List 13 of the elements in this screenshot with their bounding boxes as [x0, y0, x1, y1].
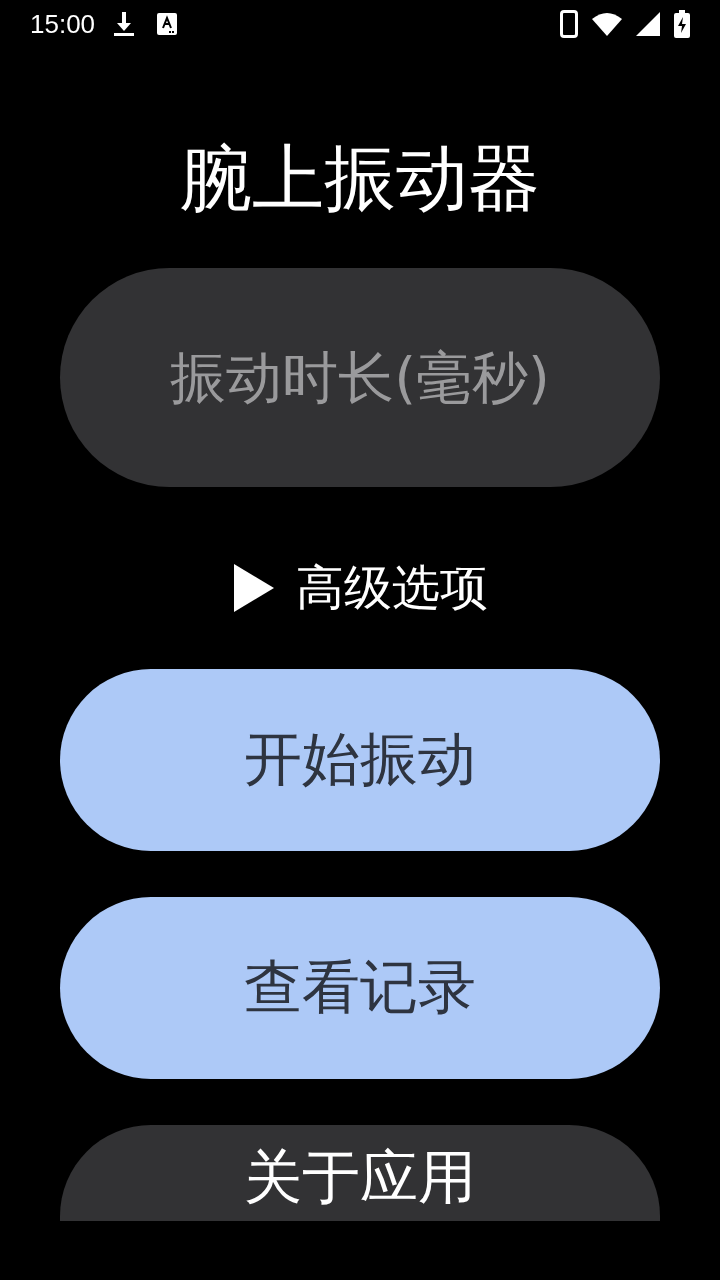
signal-icon: [636, 12, 660, 36]
wifi-icon: [592, 12, 622, 36]
action-button[interactable]: 查看记录: [60, 897, 660, 1079]
action-button[interactable]: 开始振动: [60, 669, 660, 851]
app-title: 腕上振动器: [179, 136, 541, 220]
action-button[interactable]: 关于应用: [60, 1125, 660, 1221]
advanced-options-toggle[interactable]: 高级选项: [232, 557, 488, 619]
status-time: 15:00: [30, 8, 96, 40]
battery-icon: [674, 10, 690, 38]
phone-icon: [560, 10, 578, 38]
download-icon: [113, 11, 136, 37]
keyboard-a-icon: [157, 13, 178, 35]
duration-field[interactable]: 振动时长(毫秒): [60, 268, 660, 487]
